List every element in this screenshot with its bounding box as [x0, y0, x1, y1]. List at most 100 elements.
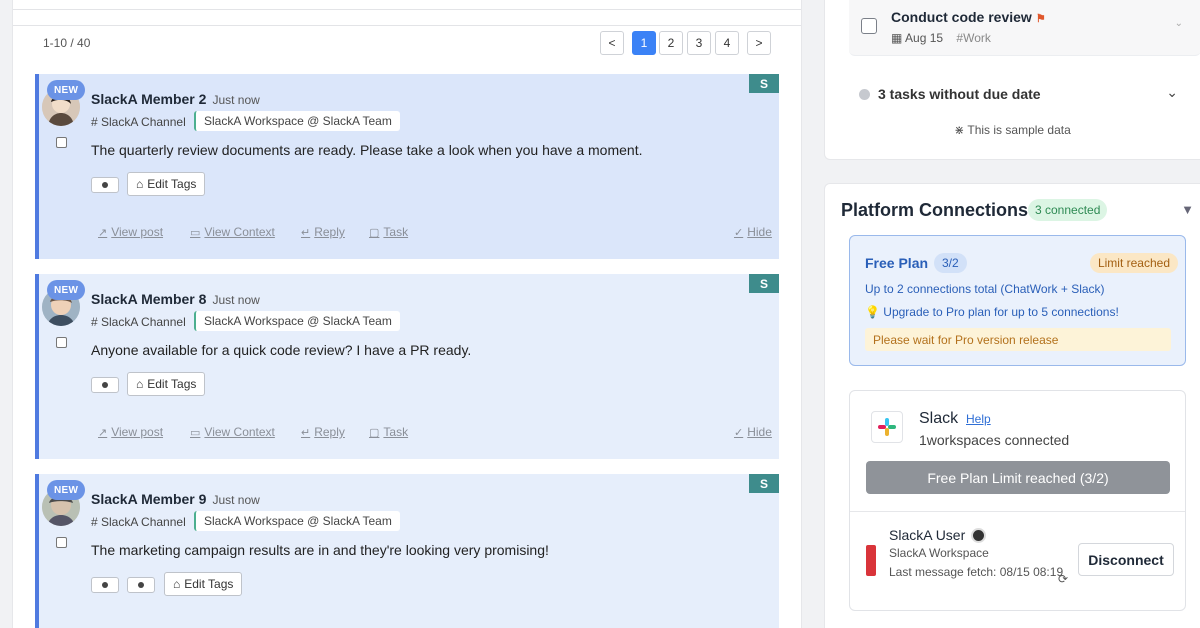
asterisk-icon: ⋇	[954, 123, 965, 137]
dot-icon	[102, 582, 108, 588]
task-link[interactable]: ▢ Task	[369, 425, 408, 439]
workspace-label: SlackA Workspace @ SlackA Team	[194, 311, 400, 331]
message-list-panel: 1-10 / 40 < 1 2 3 4 > S NEW SlackA Membe…	[12, 0, 802, 628]
page-4-button[interactable]: 4	[715, 31, 739, 55]
hide-link[interactable]: ✓ Hide	[734, 425, 772, 439]
task-checkbox[interactable]	[861, 18, 877, 34]
tag-icon: ⌂	[173, 577, 181, 591]
reply-icon: ↵	[301, 426, 311, 439]
plan-info-box: Free Plan 3/2 Limit reached Up to 2 conn…	[849, 235, 1186, 366]
calendar-icon: ▦	[891, 31, 903, 45]
reply-link[interactable]: ↵ Reply	[301, 225, 345, 239]
toolbar-strip	[13, 0, 801, 10]
dot-icon	[138, 582, 144, 588]
undated-tasks-toggle[interactable]: 3 tasks without due date	[859, 86, 1041, 102]
upgrade-hint: 💡 Upgrade to Pro plan for up to 5 connec…	[865, 305, 1119, 319]
avatar	[971, 527, 987, 543]
page-2-button[interactable]: 2	[659, 31, 683, 55]
tag-dot-button[interactable]	[91, 377, 119, 393]
last-fetch-time: Last message fetch: 08/15 08:19	[889, 565, 1064, 579]
task-tag: #Work	[956, 31, 991, 45]
view-context-link[interactable]: ▭ View Context	[190, 225, 275, 239]
dot-icon	[102, 382, 108, 388]
view-post-link[interactable]: ↗ View post	[98, 425, 163, 439]
connected-count-badge: 3 connected	[1028, 199, 1108, 221]
post-time: Just now	[212, 493, 260, 507]
connected-user-name: SlackA User	[889, 527, 987, 543]
message-text: The marketing campaign results are in an…	[91, 542, 549, 558]
tag-dot-button[interactable]	[91, 177, 119, 193]
reply-link[interactable]: ↵ Reply	[301, 425, 345, 439]
workspaces-connected: 1workspaces connected	[919, 432, 1070, 448]
post-card: S NEW SlackA Member 9 Just now # SlackA C…	[35, 474, 779, 628]
slack-connection-card: Slack Help 1workspaces connected Free Pl…	[849, 390, 1186, 611]
refresh-icon[interactable]: ⟳	[1058, 572, 1068, 586]
prev-page-button[interactable]: <	[600, 31, 624, 55]
edit-tags-button[interactable]: ⌂ Edit Tags	[127, 372, 206, 396]
slack-source-badge: S	[749, 274, 779, 293]
plan-limit-button[interactable]: Free Plan Limit reached (3/2)	[866, 461, 1170, 494]
channel-name: # SlackA Channel	[91, 115, 186, 129]
slack-logo-icon	[871, 411, 903, 443]
workspace-label: SlackA Workspace @ SlackA Team	[194, 511, 400, 531]
disconnect-button[interactable]: Disconnect	[1078, 543, 1174, 576]
connected-workspace: SlackA Workspace	[889, 546, 989, 560]
task-meta: ▦ Aug 15 #Work	[891, 31, 991, 45]
new-badge: NEW	[47, 480, 86, 500]
slack-source-badge: S	[749, 474, 779, 493]
plan-description: Up to 2 connections total (ChatWork + Sl…	[865, 282, 1105, 296]
channel-name: # SlackA Channel	[91, 315, 186, 329]
slack-source-badge: S	[749, 74, 779, 93]
chevron-down-icon[interactable]: ⌄	[1166, 84, 1178, 101]
message-text: The quarterly review documents are ready…	[91, 142, 643, 158]
tag-icon: ⌂	[136, 377, 144, 391]
dot-icon	[102, 182, 108, 188]
tasks-panel: Conduct code review ⚑ ▦ Aug 15 #Work ⌄ 3 …	[824, 0, 1200, 160]
clipboard-icon: ▢	[369, 226, 380, 239]
select-checkbox[interactable]	[56, 337, 67, 348]
view-context-link[interactable]: ▭ View Context	[190, 425, 275, 439]
channel-name: # SlackA Channel	[91, 515, 186, 529]
platform-name: Slack	[919, 410, 959, 427]
help-link[interactable]: Help	[966, 412, 991, 426]
external-link-icon: ↗	[98, 226, 108, 239]
view-post-link[interactable]: ↗ View post	[98, 225, 163, 239]
sample-data-note: ⋇ This is sample data	[954, 123, 1071, 137]
clipboard-icon: ▢	[369, 426, 380, 439]
select-checkbox[interactable]	[56, 137, 67, 148]
workspace-label: SlackA Workspace @ SlackA Team	[194, 111, 400, 131]
post-card: S NEW SlackA Member 8 Just now # SlackA C…	[35, 274, 779, 459]
flag-icon: ⚑	[1035, 13, 1046, 25]
lightbulb-icon: 💡	[865, 305, 880, 319]
tag-dot-button[interactable]	[91, 577, 119, 593]
divider	[850, 511, 1185, 512]
plan-usage-badge: 3/2	[934, 253, 967, 273]
page-3-button[interactable]: 3	[687, 31, 711, 55]
book-icon: ▭	[190, 426, 201, 439]
result-count: 1-10 / 40	[43, 36, 91, 50]
post-time: Just now	[212, 93, 260, 107]
sender-name: SlackA Member 2 Just now	[91, 91, 260, 107]
post-time: Just now	[212, 293, 260, 307]
edit-tags-button[interactable]: ⌂ Edit Tags	[164, 572, 243, 596]
next-page-button[interactable]: >	[747, 31, 771, 55]
page-1-button[interactable]: 1	[632, 31, 656, 55]
task-item[interactable]: Conduct code review ⚑ ▦ Aug 15 #Work ⌄	[849, 0, 1200, 56]
edit-tags-button[interactable]: ⌂ Edit Tags	[127, 172, 206, 196]
platform-connections-panel: Platform Connections 3 connected ▼ Free …	[824, 183, 1200, 628]
new-badge: NEW	[47, 80, 86, 100]
sender-name: SlackA Member 8 Just now	[91, 291, 260, 307]
collapse-toggle-icon[interactable]: ▼	[1181, 202, 1194, 217]
task-date: Aug 15	[905, 31, 944, 45]
check-icon: ✓	[734, 426, 744, 439]
pagination-bar: 1-10 / 40 < 1 2 3 4 >	[13, 25, 801, 59]
reply-icon: ↵	[301, 226, 311, 239]
tag-dot-button[interactable]	[127, 577, 155, 593]
tag-icon: ⌂	[136, 177, 144, 191]
select-checkbox[interactable]	[56, 537, 67, 548]
new-badge: NEW	[47, 280, 86, 300]
chevron-down-icon[interactable]: ⌄	[1175, 18, 1183, 29]
status-dot-icon	[859, 88, 870, 100]
hide-link[interactable]: ✓ Hide	[734, 225, 772, 239]
task-link[interactable]: ▢ Task	[369, 225, 408, 239]
